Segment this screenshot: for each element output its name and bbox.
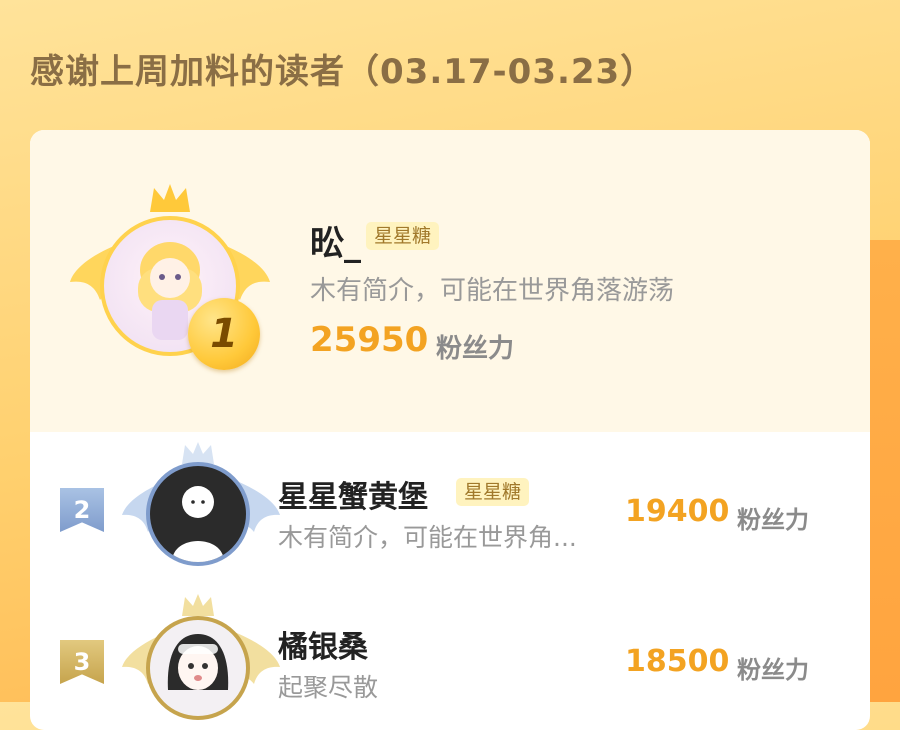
- avatar[interactable]: [146, 616, 250, 720]
- fan-power-label: 粉丝力: [737, 656, 809, 684]
- avatar[interactable]: [146, 462, 250, 566]
- leaderboard-card: 1 昖_ 星星糖 木有简介，可能在世界角落游荡 25950 粉丝力 2 星星蟹黄…: [30, 130, 870, 730]
- fan-power-label: 粉丝力: [737, 506, 809, 534]
- user-badge: 星星糖: [456, 478, 530, 506]
- fan-power-value: 25950: [310, 320, 429, 360]
- fan-power-label: 粉丝力: [436, 334, 515, 364]
- user-name[interactable]: 橘银桑: [278, 622, 368, 666]
- page-title: 感谢上周加料的读者（03.17-03.23）: [30, 52, 656, 92]
- page-edge-strip: [870, 240, 900, 702]
- fan-power-value: 18500: [625, 644, 730, 679]
- user-bio: 起聚尽散: [278, 673, 379, 702]
- rank-2-ribbon: 2: [60, 488, 104, 532]
- rank-3-ribbon: 3: [60, 640, 104, 684]
- user-bio: 木有简介，可能在世界角落游荡: [310, 276, 675, 306]
- leaderboard-row-1[interactable]: 1 昖_ 星星糖 木有简介，可能在世界角落游荡 25950 粉丝力: [30, 130, 870, 432]
- user-badge: 星星糖: [366, 222, 440, 250]
- rank-1-medal: 1: [188, 298, 260, 370]
- crown-icon: [182, 594, 214, 616]
- user-name[interactable]: 昖_: [310, 216, 361, 265]
- user-bio: 木有简介，可能在世界角...: [278, 523, 577, 552]
- crown-icon: [150, 184, 190, 212]
- leaderboard-row-3[interactable]: 3 橘银桑 起聚尽散 18500 粉丝力: [30, 582, 870, 730]
- default-avatar-icon: [172, 486, 224, 562]
- leaderboard-row-2[interactable]: 2 星星蟹黄堡 星星糖 木有简介，可能在世界角... 19400 粉丝力: [30, 432, 870, 582]
- fan-power-value: 19400: [625, 494, 730, 529]
- user-name[interactable]: 星星蟹黄堡: [278, 472, 428, 516]
